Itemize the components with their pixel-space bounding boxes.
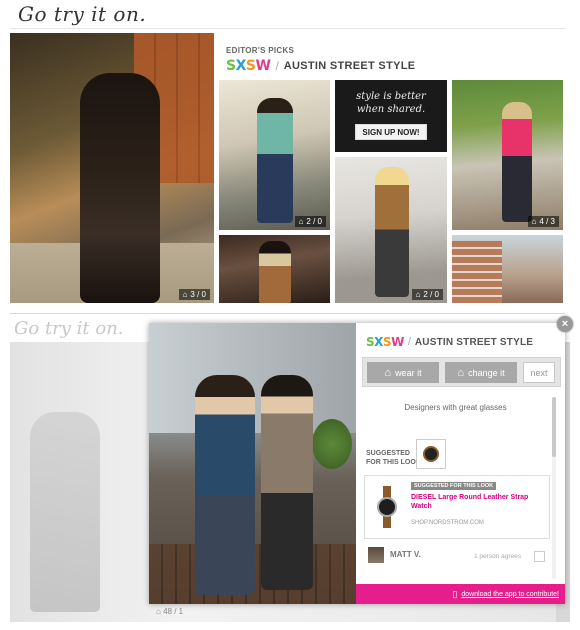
download-app-link[interactable]: download the app to contribute!: [461, 591, 559, 598]
next-button[interactable]: next: [523, 362, 555, 383]
modal-title: SXSW / AUSTIN STREET STYLE: [366, 335, 533, 349]
picks-title: SXSW / AUSTIN STREET STYLE: [226, 58, 415, 74]
hanger-icon: ⌂: [531, 217, 537, 226]
editors-picks-label: EDITOR'S PICKS: [226, 46, 295, 55]
scrollbar-thumb[interactable]: [552, 397, 556, 457]
signup-button[interactable]: SIGN UP NOW!: [355, 124, 427, 140]
product-card[interactable]: SUGGESTED FOR THIS LOOK DIESEL Large Rou…: [364, 475, 550, 539]
tile-stats: ⌂ 2 / 0: [411, 289, 443, 300]
signup-promo: style is better when shared. SIGN UP NOW…: [335, 80, 447, 152]
title-slash: /: [275, 59, 279, 73]
hanger-icon: ⌂: [182, 290, 188, 299]
suggested-item-thumbnail[interactable]: [416, 439, 446, 469]
hanger-icon: ⌂: [384, 366, 392, 379]
photo-subject: [259, 241, 291, 303]
look-tile-5[interactable]: ⌂ 2 / 0: [335, 157, 447, 303]
site-logo-faded: Go try it on.: [14, 318, 124, 339]
sxsw-logo: SXSW: [366, 335, 404, 349]
suggested-label: SUGGESTED FOR THIS LOOK: [366, 450, 421, 466]
look-tile-7[interactable]: [452, 235, 563, 303]
modal-photo-stats: ⌂ 48 / 1: [156, 607, 184, 616]
phone-icon: ▯: [452, 588, 458, 599]
look-tile-1[interactable]: ⌂ 3 / 0: [10, 33, 214, 303]
product-image: [373, 486, 401, 528]
promo-script: style is better when shared.: [356, 91, 426, 115]
sxsw-logo: SXSW: [226, 58, 271, 74]
change-it-button[interactable]: ⌂ change it: [445, 362, 517, 383]
close-icon[interactable]: ×: [557, 316, 573, 332]
look-tile-2[interactable]: ⌂ 2 / 0: [219, 80, 330, 230]
photo-subject: [261, 375, 313, 590]
product-badge: SUGGESTED FOR THIS LOOK: [411, 482, 497, 490]
picks-street-title: AUSTIN STREET STYLE: [283, 60, 416, 72]
watch-icon: [423, 446, 439, 462]
product-shop: SHOP.NORDSTROM.COM: [411, 520, 484, 526]
photo-subject: [375, 167, 409, 297]
site-logo[interactable]: Go try it on.: [18, 2, 146, 26]
look-detail-modal: SXSW / AUSTIN STREET STYLE ⌂ wear it ⌂ c…: [149, 323, 565, 604]
look-caption: Designers with great glasses: [404, 403, 507, 412]
look-photo: [149, 323, 356, 604]
modal-street-title: AUSTIN STREET STYLE: [414, 336, 534, 348]
comment-row: MATT V. 1 person agrees: [364, 547, 550, 569]
photo-subject: [502, 102, 532, 222]
product-name-link[interactable]: DIESEL Large Round Leather Strap Watch: [411, 493, 545, 511]
agree-count: 1 person agrees: [474, 553, 521, 560]
action-bar: ⌂ wear it ⌂ change it next: [362, 357, 561, 387]
page: Go try it on. EDITOR'S PICKS SXSW / AUST…: [0, 0, 580, 630]
watch-icon: [377, 497, 397, 517]
wear-it-button[interactable]: ⌂ wear it: [367, 362, 439, 383]
hanger-icon: ⌂: [156, 607, 161, 616]
photo-background: [312, 419, 352, 469]
photo-subject: [30, 412, 100, 612]
app-download-bar: ▯ download the app to contribute!: [356, 584, 565, 604]
tile-stats: ⌂ 4 / 3: [527, 216, 559, 227]
header-divider: [10, 28, 565, 29]
hanger-icon: ⌂: [457, 366, 465, 379]
comment-username[interactable]: MATT V.: [390, 550, 421, 559]
tile-stats: ⌂ 2 / 0: [294, 216, 326, 227]
agree-checkbox[interactable]: [534, 551, 545, 562]
photo-subject: [80, 73, 160, 303]
look-tile-6[interactable]: [219, 235, 330, 303]
avatar[interactable]: [368, 547, 384, 563]
title-slash: /: [407, 336, 411, 348]
hanger-icon: ⌂: [415, 290, 421, 299]
photo-subject: [195, 375, 255, 595]
look-tile-4[interactable]: ⌂ 4 / 3: [452, 80, 563, 230]
look-sidebar: SXSW / AUSTIN STREET STYLE ⌂ wear it ⌂ c…: [356, 323, 565, 604]
hanger-icon: ⌂: [298, 217, 304, 226]
section-divider: [10, 313, 565, 314]
photo-background: [452, 241, 502, 303]
photo-subject: [257, 98, 293, 223]
tile-stats: ⌂ 3 / 0: [178, 289, 210, 300]
